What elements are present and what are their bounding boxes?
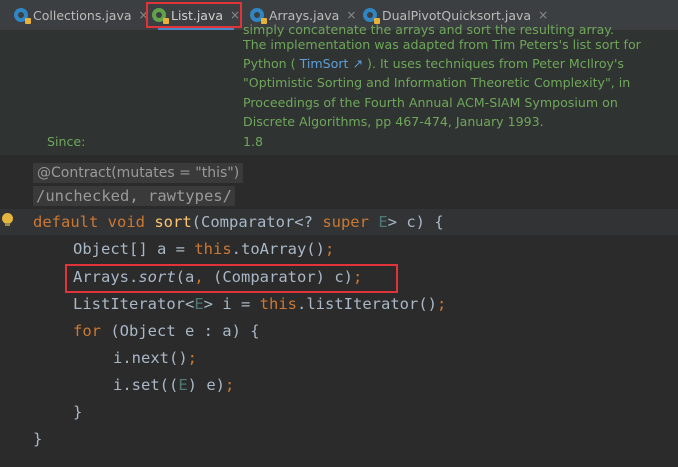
code-line-method-signature: default void sort(Comparator<? super E> …	[33, 209, 444, 235]
semicolon: ;	[324, 240, 335, 258]
code-token: > i =	[203, 295, 260, 313]
javadoc-line: Proceedings of the Fourth Annual ACM-SIA…	[243, 94, 618, 110]
java-class-icon	[14, 8, 31, 24]
type-parameter: E	[194, 295, 204, 313]
link-label: TimSort	[299, 56, 349, 72]
keyword: super	[322, 213, 379, 231]
code-token: i.set((	[113, 376, 179, 394]
code-token: (Comparator<?	[191, 213, 323, 231]
highlight-box-code	[65, 264, 398, 293]
rendered-javadoc: simply concatenate the arrays and sort t…	[0, 22, 678, 155]
tab-label: Collections.java	[33, 7, 132, 23]
code-token: i.next()	[113, 349, 188, 367]
highlight-box-tab	[146, 2, 242, 28]
code-editor[interactable]: @Contract(mutates = "this") /unchecked, …	[0, 157, 678, 467]
code-line-set: i.set((E) e);	[113, 372, 234, 398]
code-line-for: for (Object e : a) {	[73, 318, 260, 344]
javadoc-text: The implementation was adapted from Tim …	[243, 35, 663, 131]
semicolon: ;	[187, 349, 197, 367]
javadoc-line: "Optimistic Sorting and Information Theo…	[243, 75, 631, 91]
lightbulb-icon[interactable]	[2, 213, 14, 227]
code-line-for-close: }	[73, 403, 83, 421]
external-link-icon: ↗	[352, 56, 364, 72]
suppress-warnings-fold[interactable]: /unchecked, rawtypes/	[33, 186, 235, 206]
since-value: 1.8	[243, 134, 264, 149]
inferred-annotation: @Contract(mutates = "this")	[33, 163, 244, 183]
timsort-link[interactable]: TimSort ↗	[300, 56, 363, 71]
code-token: .toArray()	[231, 240, 325, 258]
code-line-toarray: Object[] a = this.toArray();	[73, 236, 334, 262]
javadoc-text-fragment: ). It uses techniques from Peter McIlroy…	[363, 56, 624, 72]
keyword: this	[194, 240, 232, 258]
keyword: this	[259, 295, 297, 313]
code-token: > c) {	[387, 213, 444, 231]
javadoc-line: Python ( TimSort ↗ ). It uses techniques…	[243, 54, 663, 73]
keyword: for	[73, 322, 111, 340]
javadoc-line: The implementation was adapted from Tim …	[243, 37, 641, 52]
code-token: ) e)	[187, 376, 225, 394]
code-token: .listIterator()	[297, 295, 437, 313]
tab-collections-java[interactable]: Collections.java ×	[14, 0, 149, 30]
code-line-next: i.next();	[113, 345, 197, 371]
code-line-listiterator: ListIterator<E> i = this.listIterator();	[73, 291, 446, 317]
semicolon: ;	[436, 295, 447, 313]
javadoc-line: Discrete Algorithms, pp 467-474, January…	[243, 113, 544, 129]
keyword: default void	[33, 213, 155, 231]
type-parameter: E	[378, 213, 388, 231]
code-line-method-close: }	[33, 430, 43, 448]
semicolon: ;	[225, 376, 235, 394]
code-token: (Object e : a) {	[110, 322, 260, 340]
since-label: Since:	[47, 134, 86, 149]
code-token: Object[] a =	[73, 240, 195, 258]
javadoc-text-fragment: Python (	[243, 56, 300, 72]
type-parameter: E	[178, 376, 188, 394]
code-token: ListIterator<	[73, 295, 195, 313]
method-name: sort	[154, 213, 192, 231]
